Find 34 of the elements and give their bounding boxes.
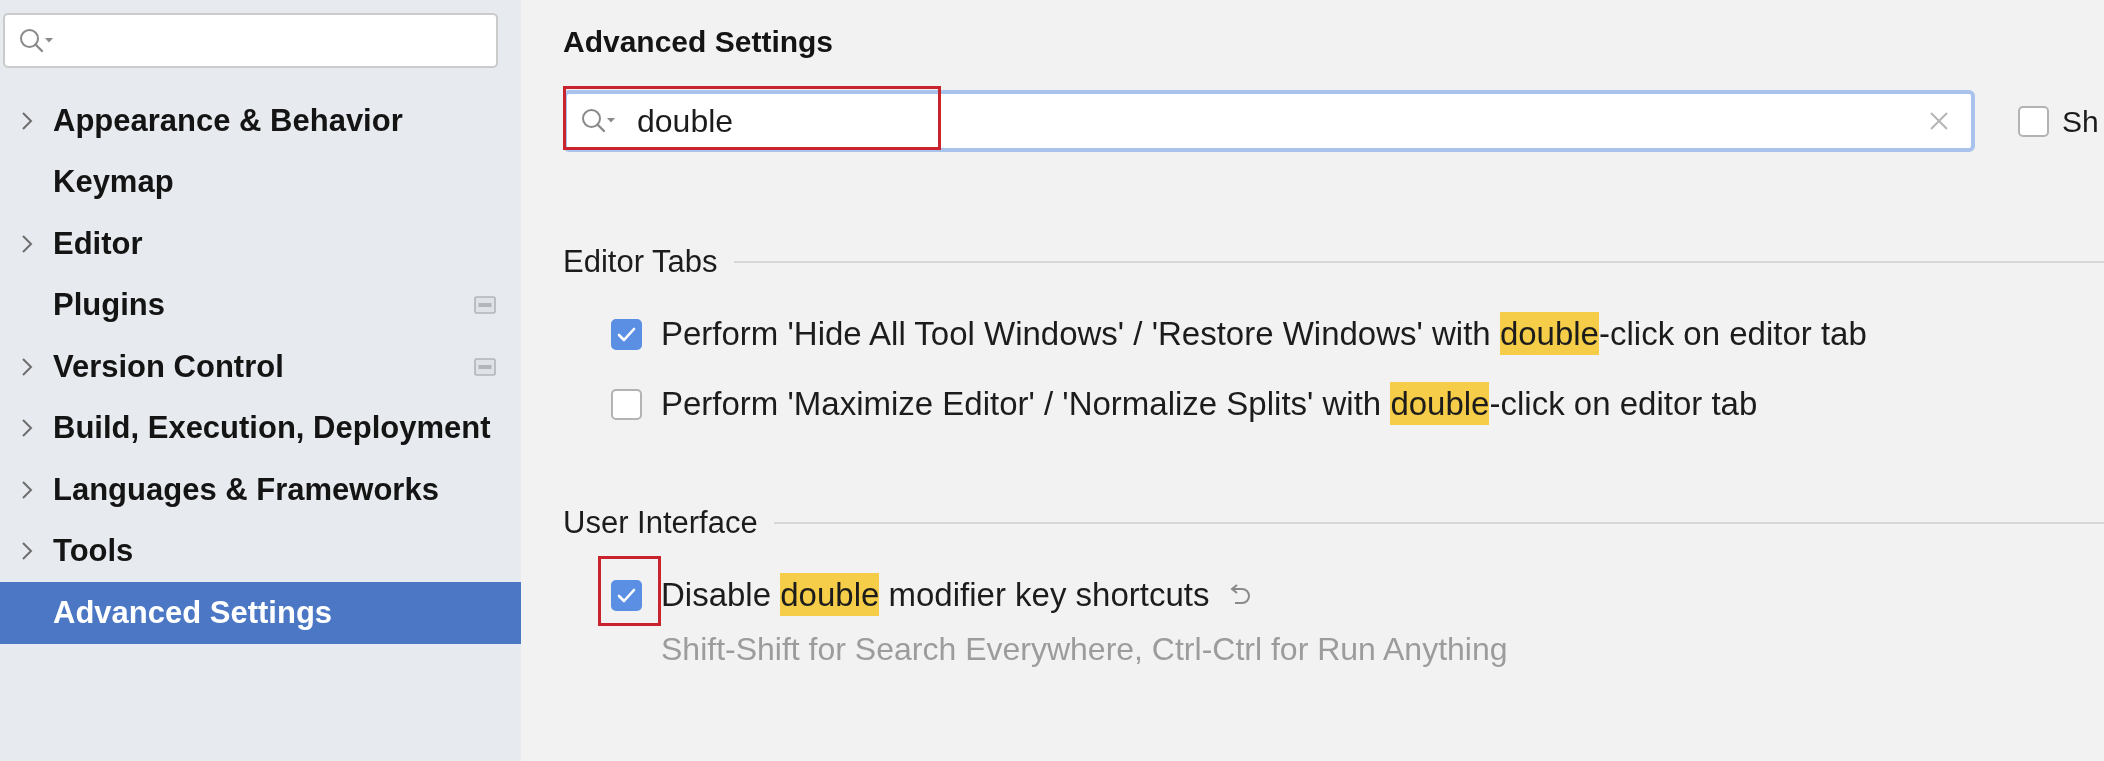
checkbox[interactable] [611, 318, 642, 350]
sidebar-item[interactable]: Appearance & Behavior [0, 90, 521, 152]
search-field[interactable] [3, 13, 498, 68]
option-label: Perform 'Maximize Editor' / 'Normalize Splits' with double-click on editor tab [661, 384, 1758, 424]
chevron-right-icon[interactable] [21, 110, 33, 131]
sidebar-item[interactable]: Editor [0, 213, 521, 275]
chevron-right-icon[interactable] [21, 418, 33, 439]
chevron-right-icon[interactable] [21, 356, 33, 377]
section-title: User Interface [563, 506, 758, 540]
chevron-right-icon[interactable] [21, 233, 33, 254]
sidebar-item[interactable]: Tools [0, 520, 521, 582]
close-icon[interactable] [1929, 111, 1949, 131]
checkbox-label: Sh [2062, 103, 2099, 140]
checkmark-icon [617, 326, 636, 342]
checkbox[interactable] [611, 388, 642, 420]
search-icon[interactable] [581, 108, 617, 134]
sidebar-item[interactable]: Version Control [0, 336, 521, 398]
sidebar-item[interactable]: Advanced Settings [0, 582, 521, 644]
section-title: Editor Tabs [563, 245, 718, 279]
sidebar-item[interactable]: Plugins [0, 274, 521, 336]
page-title: Advanced Settings [563, 25, 835, 59]
chevron-right-icon[interactable] [21, 479, 33, 500]
sidebar-item[interactable]: Build, Execution, Deployment [0, 397, 521, 459]
search-field[interactable]: double [563, 90, 1975, 152]
checkmark-icon [617, 587, 636, 603]
option-label: Disable double modifier key shortcuts [661, 575, 1210, 615]
chevron-right-icon[interactable] [21, 541, 33, 562]
search-icon[interactable] [19, 27, 55, 54]
sidebar-item[interactable]: Keymap [0, 151, 521, 213]
checkbox[interactable] [2018, 105, 2049, 137]
option-description: Shift-Shift for Search Everywhere, Ctrl-Ctrl for Run Anything [661, 632, 1509, 666]
sidebar-item[interactable]: Languages & Frameworks [0, 459, 521, 521]
checkbox[interactable] [611, 579, 642, 611]
option-label: Perform 'Hide All Tool Windows' / 'Restore Windows' with double-click on editor tab [661, 314, 1867, 354]
